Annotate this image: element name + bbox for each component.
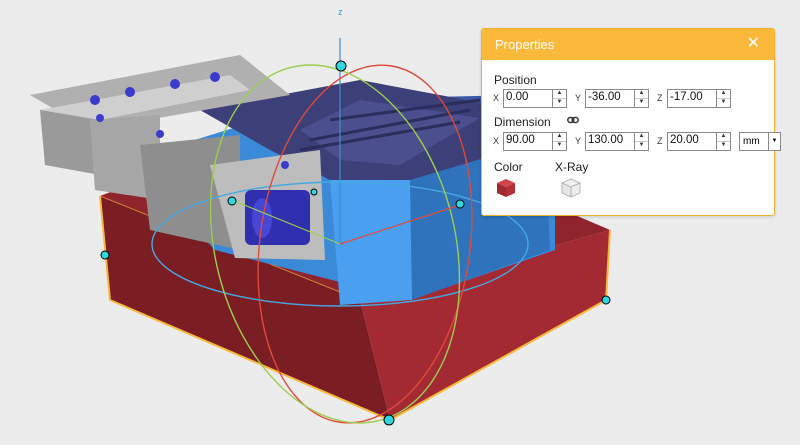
dimension-x-down-icon[interactable]: ▼ (553, 140, 566, 150)
position-z-down-icon[interactable]: ▼ (717, 97, 730, 107)
dimension-row: X ▲▼ Y ▲▼ Z ▲▼ mm ▼ (493, 131, 781, 151)
position-x-axis: X (493, 93, 500, 103)
position-label: Position (494, 73, 537, 87)
position-y-axis: Y (575, 93, 582, 103)
dimension-label: Dimension (494, 115, 551, 129)
xray-label: X-Ray (555, 160, 589, 174)
chevron-down-icon[interactable]: ▼ (768, 132, 780, 150)
position-y-input[interactable] (586, 89, 634, 105)
xray-cube-icon[interactable] (560, 177, 582, 199)
color-label: Color (494, 160, 523, 174)
position-z-input[interactable] (668, 89, 716, 105)
unit-value: mm (743, 135, 760, 147)
handle-right (455, 199, 465, 209)
link-icon[interactable] (567, 115, 579, 125)
unit-select[interactable]: mm ▼ (739, 131, 781, 151)
handle-bottom (383, 414, 395, 426)
dimension-y-down-icon[interactable]: ▼ (635, 140, 648, 150)
handle-base-right (601, 295, 611, 305)
dimension-z-up-icon[interactable]: ▲ (717, 133, 730, 141)
panel-header: Properties ✕ (482, 29, 774, 60)
dimension-z-axis: Z (657, 136, 663, 146)
position-x-input[interactable] (504, 89, 552, 105)
handle-base-left (100, 250, 110, 260)
handle-top (335, 60, 347, 72)
handle-left (227, 196, 237, 206)
handle-mid (310, 188, 318, 196)
close-icon[interactable]: ✕ (747, 36, 760, 52)
position-y-up-icon[interactable]: ▲ (635, 90, 648, 98)
dimension-x-input[interactable] (504, 132, 552, 148)
position-x-up-icon[interactable]: ▲ (553, 90, 566, 98)
dimension-x-axis: X (493, 136, 500, 146)
dimension-y-axis: Y (575, 136, 582, 146)
dimension-y-up-icon[interactable]: ▲ (635, 133, 648, 141)
dimension-z-stepper[interactable]: ▲▼ (667, 131, 731, 151)
dimension-y-stepper[interactable]: ▲▼ (585, 131, 649, 151)
position-row: X ▲▼ Y ▲▼ Z ▲▼ (493, 88, 739, 108)
position-y-down-icon[interactable]: ▼ (635, 97, 648, 107)
position-z-axis: Z (657, 93, 663, 103)
dimension-x-stepper[interactable]: ▲▼ (503, 131, 567, 151)
position-y-stepper[interactable]: ▲▼ (585, 88, 649, 108)
color-swatch-icon[interactable] (495, 177, 517, 199)
position-x-down-icon[interactable]: ▼ (553, 97, 566, 107)
dimension-y-input[interactable] (586, 132, 634, 148)
z-axis-label: z (338, 7, 343, 17)
properties-panel: Properties ✕ Position X ▲▼ Y ▲▼ Z ▲▼ Dim… (481, 28, 781, 216)
position-z-stepper[interactable]: ▲▼ (667, 88, 731, 108)
position-x-stepper[interactable]: ▲▼ (503, 88, 567, 108)
panel-title: Properties (495, 37, 555, 52)
position-z-up-icon[interactable]: ▲ (717, 90, 730, 98)
dimension-x-up-icon[interactable]: ▲ (553, 133, 566, 141)
dimension-z-input[interactable] (668, 132, 716, 148)
dimension-z-down-icon[interactable]: ▼ (717, 140, 730, 150)
